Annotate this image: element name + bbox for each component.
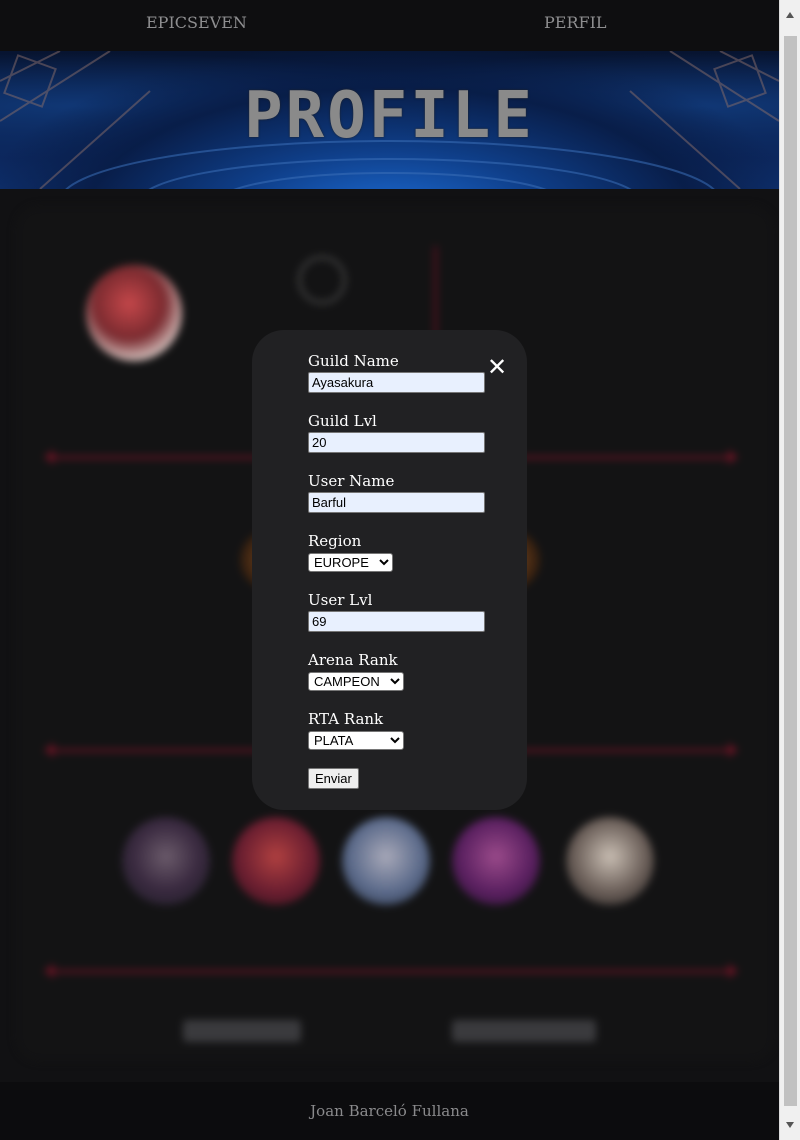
user-name-input[interactable] — [308, 492, 485, 513]
hero-portrait — [232, 817, 320, 905]
hero-portrait — [566, 817, 654, 905]
edit-profile-modal: ✕ Guild Name Guild Lvl User Name Region … — [252, 330, 527, 810]
hero-portrait — [342, 817, 430, 905]
footer: Joan Barceló Fullana — [0, 1082, 779, 1140]
page-scrollbar[interactable] — [779, 0, 800, 1140]
close-icon[interactable]: ✕ — [486, 355, 508, 379]
user-lvl-label: User Lvl — [308, 591, 373, 609]
scrollbar-thumb[interactable] — [784, 36, 797, 1106]
scroll-up-arrow-icon[interactable] — [786, 12, 794, 18]
hero-banner: PROFILE — [0, 51, 779, 189]
guild-name-label: Guild Name — [308, 352, 399, 370]
guild-lvl-group: Guild Lvl — [308, 412, 485, 453]
top-nav: EPICSEVEN PERFIL — [0, 0, 779, 51]
user-lvl-group: User Lvl — [308, 591, 485, 632]
region-group: Region EUROPE — [308, 532, 393, 572]
rta-rank-group: RTA Rank PLATA — [308, 710, 404, 750]
user-name-group: User Name — [308, 472, 485, 513]
section-divider — [44, 964, 738, 978]
scroll-down-arrow-icon[interactable] — [786, 1122, 794, 1128]
guild-lvl-label: Guild Lvl — [308, 412, 377, 430]
submit-button[interactable]: Enviar — [308, 768, 359, 789]
page-title: PROFILE — [244, 79, 535, 153]
guild-emblem-icon — [298, 256, 346, 304]
rta-rank-select[interactable]: PLATA — [308, 731, 404, 750]
nav-brand-link[interactable]: EPICSEVEN — [146, 13, 247, 32]
region-select[interactable]: EUROPE — [308, 553, 393, 572]
nav-profile-link[interactable]: PERFIL — [544, 13, 607, 32]
guild-lvl-input[interactable] — [308, 432, 485, 453]
blurred-button — [452, 1020, 596, 1042]
guild-name-group: Guild Name — [308, 352, 485, 393]
guild-name-input[interactable] — [308, 372, 485, 393]
user-name-label: User Name — [308, 472, 395, 490]
arena-rank-label: Arena Rank — [308, 651, 398, 669]
rta-rank-label: RTA Rank — [308, 710, 384, 728]
arena-rank-group: Arena Rank CAMPEON — [308, 651, 404, 691]
hero-portrait — [122, 817, 210, 905]
blurred-button — [183, 1020, 301, 1042]
footer-author: Joan Barceló Fullana — [310, 1102, 469, 1120]
user-avatar — [86, 265, 182, 361]
user-lvl-input[interactable] — [308, 611, 485, 632]
arena-rank-select[interactable]: CAMPEON — [308, 672, 404, 691]
region-label: Region — [308, 532, 362, 550]
hero-portrait — [452, 817, 540, 905]
